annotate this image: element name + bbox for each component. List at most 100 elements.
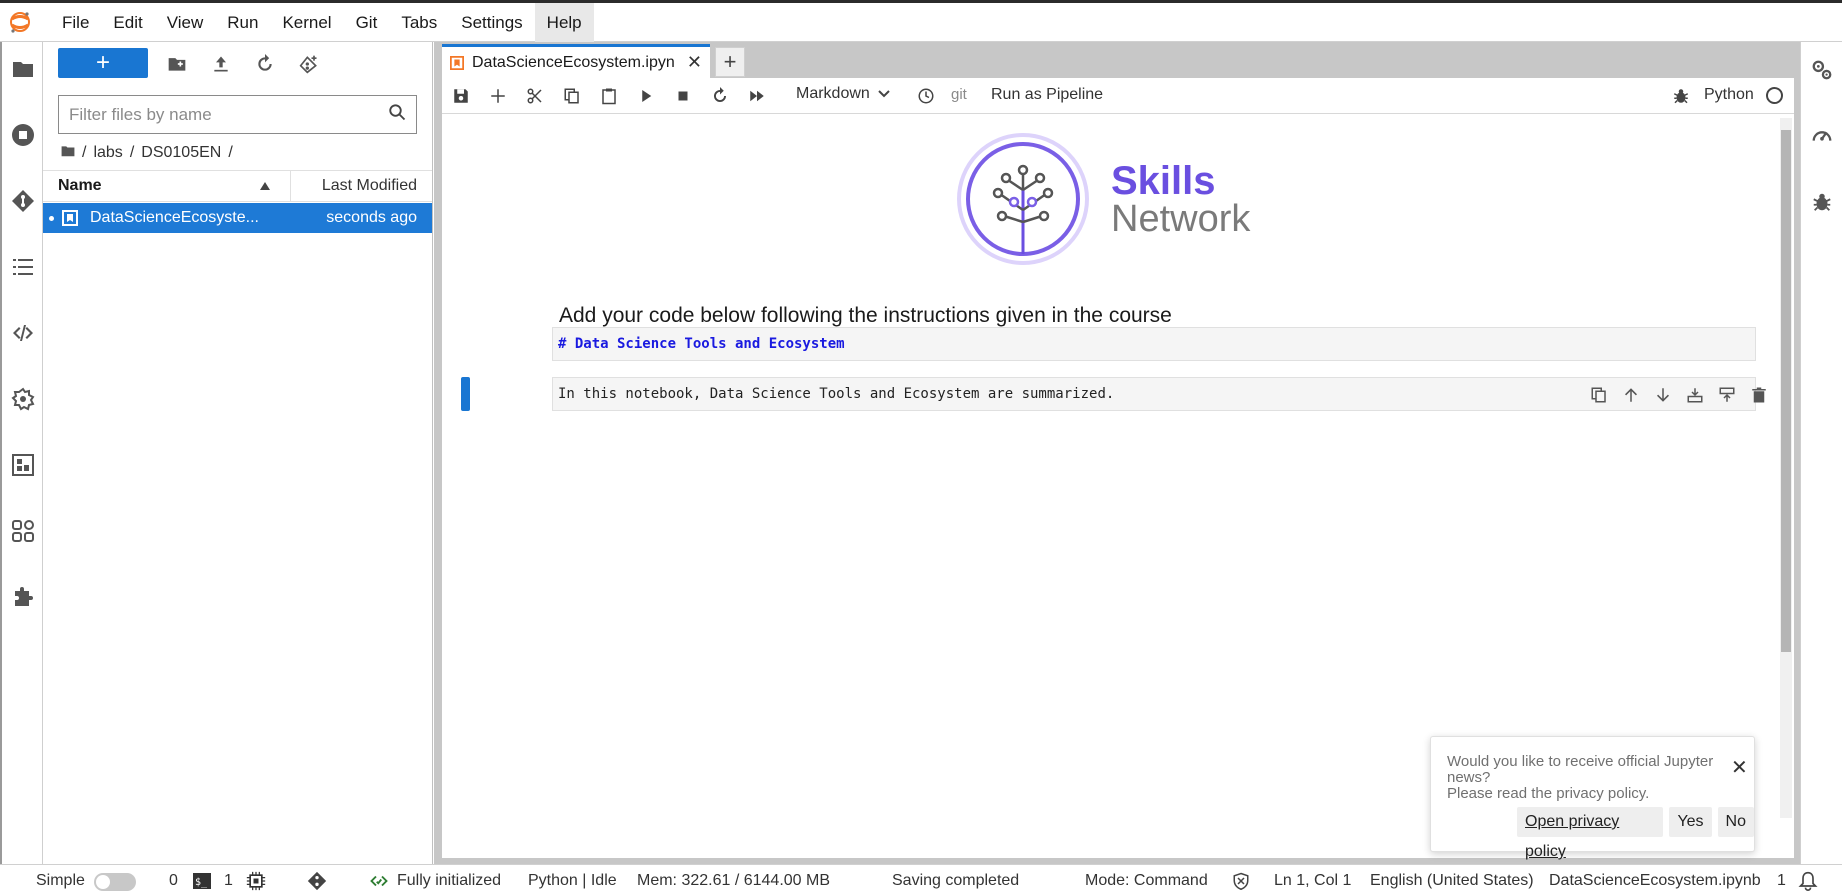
git-icon[interactable] [10,188,36,214]
upload-icon[interactable] [209,52,233,76]
insert-cell-below-icon[interactable] [1717,385,1737,405]
copy-icon[interactable] [561,85,583,107]
new-folder-icon[interactable] [165,52,189,76]
kernel-status[interactable]: Python | Idle [528,872,617,890]
notebook-file-icon [62,210,78,226]
skills-network-logo: Skills Network [956,132,1250,267]
notification-message: Would you like to receive official Jupyt… [1447,754,1732,802]
toggle-knob [96,875,110,889]
lsp-status-icon[interactable] [370,872,388,895]
move-cell-up-icon[interactable] [1621,385,1641,405]
run-cell-icon[interactable] [635,85,657,107]
kernels-count[interactable]: 1 [224,872,233,890]
name-column-label: Name [58,177,102,194]
menu-tabs[interactable]: Tabs [389,3,449,42]
active-cell-marker[interactable] [461,377,470,411]
cursor-position[interactable]: Ln 1, Col 1 [1274,872,1351,890]
run-as-pipeline-button[interactable]: Run as Pipeline [991,86,1103,104]
trusted-shield-icon[interactable] [1232,871,1250,896]
menu-help[interactable]: Help [534,2,594,42]
insert-cell-above-icon[interactable] [1685,385,1705,405]
markdown-cell-2[interactable]: In this notebook, Data Science Tools and… [552,377,1766,411]
no-button[interactable]: No [1717,807,1754,837]
notifications-count[interactable]: 1 [1777,872,1786,890]
terminals-count[interactable]: 0 [169,872,178,890]
git-clone-icon[interactable] [297,52,321,76]
kernel-name[interactable]: Python [1704,86,1754,104]
save-icon[interactable] [450,85,472,107]
file-browser-toolbar: + [43,42,433,84]
paste-icon[interactable] [598,85,620,107]
jupyter-logo-icon [0,3,40,42]
markdown-cell-1[interactable]: # Data Science Tools and Ecosystem [552,327,1756,361]
resource-gauge-icon[interactable] [1810,124,1834,148]
table-of-contents-icon[interactable] [10,254,36,280]
spellcheck-language[interactable]: English (United States) [1370,872,1534,890]
filter-files-input[interactable] [69,104,388,125]
property-inspector-icon[interactable] [10,386,36,412]
menu-settings[interactable]: Settings [449,3,534,42]
pipeline-components-icon[interactable] [10,452,36,478]
clock-icon[interactable] [915,85,937,107]
menu-file[interactable]: File [50,3,101,42]
cut-icon[interactable] [524,85,546,107]
save-status: Saving completed [892,872,1020,889]
menu-kernel[interactable]: Kernel [270,3,343,42]
move-cell-down-icon[interactable] [1653,385,1673,405]
folder-icon[interactable] [10,56,36,82]
file-name: DataScienceEcosyste... [90,209,259,226]
puzzle-extension-icon[interactable] [10,584,36,610]
new-launcher-button[interactable]: + [58,48,148,78]
debugger-panel-bug-icon[interactable] [1810,190,1834,214]
running-dot-icon [49,215,54,221]
skills-network-wordmark: Skills Network [1111,158,1250,238]
restart-run-all-icon[interactable] [746,85,768,107]
menu-git[interactable]: Git [344,3,390,42]
breadcrumb-labs[interactable]: labs [93,144,122,162]
scrollbar-thumb[interactable] [1781,130,1791,652]
delete-cell-icon[interactable] [1749,385,1769,405]
insert-cell-icon[interactable] [487,85,509,107]
logo-skills-text: Skills [1111,158,1216,203]
initialization-status[interactable]: Fully initialized [397,872,501,890]
running-kernels-icon[interactable] [10,122,36,148]
home-folder-icon[interactable] [61,144,75,162]
left-activity-bar [0,42,43,864]
duplicate-cell-icon[interactable] [1589,385,1609,405]
simple-mode-toggle[interactable] [94,873,136,891]
menu-edit[interactable]: Edit [101,3,154,42]
bell-icon[interactable] [1798,871,1818,896]
add-tab-button[interactable]: + [715,47,745,77]
current-file-name: DataScienceEcosystem.ipynb [1549,872,1761,889]
debugger-bug-icon[interactable] [1670,85,1692,107]
open-privacy-policy-button[interactable]: Open privacy policy [1517,807,1664,860]
refresh-icon[interactable] [253,52,277,76]
tab-notebook[interactable]: DataScienceEcosystem.ipyn ✕ [442,44,710,78]
notebook-scrollbar[interactable] [1780,118,1792,818]
menu-bar: File Edit View Run Kernel Git Tabs Setti… [0,0,1842,42]
cell-type-dropdown[interactable]: Markdown [796,85,890,103]
close-tab-icon[interactable]: ✕ [687,52,702,73]
last-modified-column-header[interactable]: Last Modified [291,177,432,195]
settings-gears-icon[interactable] [1810,58,1834,82]
kernel-chip-icon[interactable] [246,871,266,896]
menu-view[interactable]: View [155,3,216,42]
notification-actions: Open privacy policy Yes No [1517,807,1754,860]
name-column-header[interactable]: Name [43,170,291,202]
menu-run[interactable]: Run [215,3,270,42]
file-list-header: Name Last Modified [43,170,432,202]
extensions-grid-icon[interactable] [10,518,36,544]
sort-ascending-icon [260,177,270,195]
git-status-icon[interactable] [307,871,327,896]
git-label[interactable]: git [951,86,967,103]
code-snippets-icon[interactable] [10,320,36,346]
restart-kernel-icon[interactable] [709,85,731,107]
breadcrumb-ds0105en[interactable]: DS0105EN [141,144,221,162]
close-icon[interactable]: ✕ [1731,755,1748,780]
terminal-icon[interactable]: $_ [193,873,211,894]
yes-button[interactable]: Yes [1669,807,1712,837]
interrupt-kernel-icon[interactable] [672,85,694,107]
file-list-item[interactable]: DataScienceEcosyste... seconds ago [43,203,432,233]
filter-files-box [58,95,417,134]
right-activity-bar [1800,42,1842,864]
